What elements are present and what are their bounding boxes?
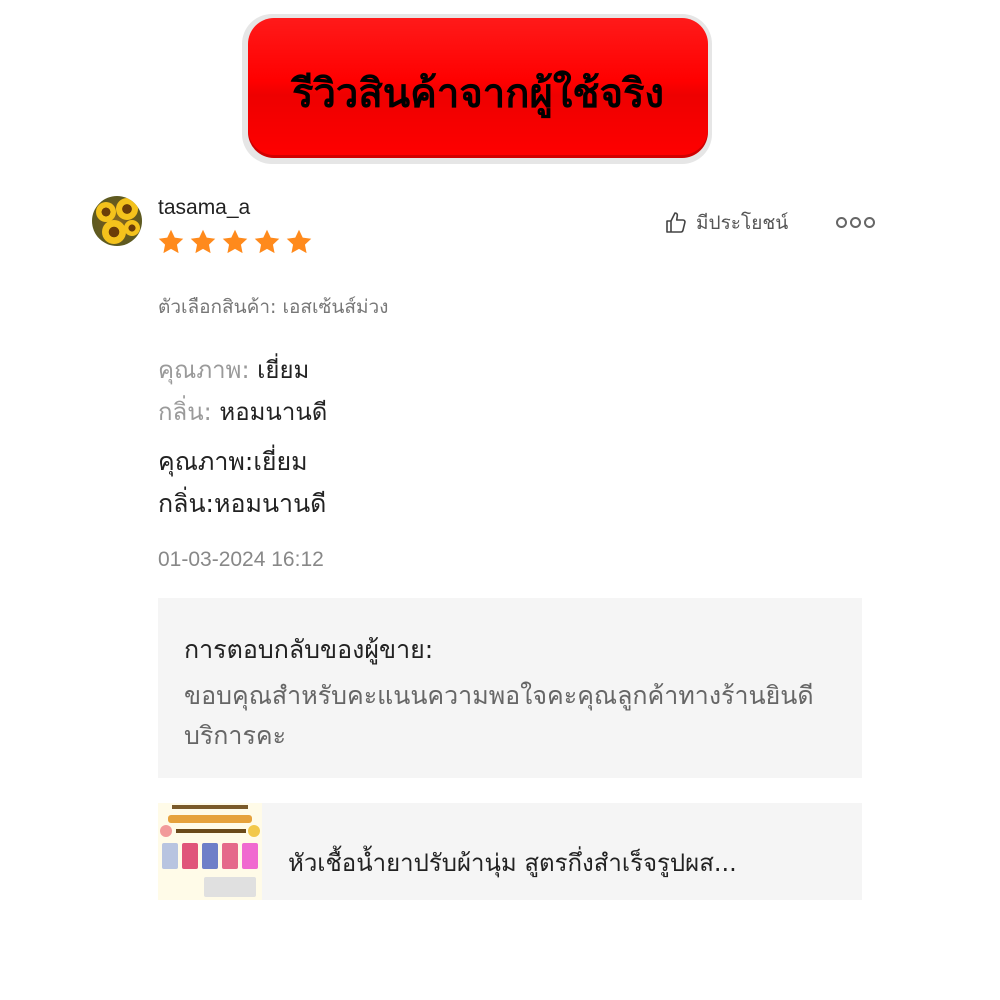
attribute-value: หอมนานดี — [219, 398, 328, 426]
reviewer-username[interactable]: tasama_a — [158, 196, 250, 220]
more-options-icon[interactable] — [836, 210, 875, 234]
helpful-button[interactable]: มีประโยชน์ — [664, 208, 788, 238]
seller-reply-body: ขอบคุณสำหรับคะแนนความพอใจคะคุณลูกค้าทางร… — [184, 681, 814, 750]
product-link[interactable]: หัวเชื้อน้ำยาปรับผ้านุ่ม สูตรกึ่งสำเร็จร… — [158, 803, 862, 900]
review-page: รีวิวสินค้าจากผู้ใช้จริง tasama_a มีประโ… — [0, 0, 1000, 1000]
attribute-label: คุณภาพ: — [158, 356, 250, 384]
star-icon — [254, 229, 280, 254]
seller-reply: การตอบกลับของผู้ขาย: ขอบคุณสำหรับคะแนนคว… — [158, 598, 862, 778]
product-title: หัวเชื้อน้ำยาปรับผ้านุ่ม สูตรกึ่งสำเร็จร… — [288, 849, 737, 877]
product-thumbnail — [158, 803, 262, 900]
product-variation: ตัวเลือกสินค้า: เอสเซ้นส์ม่วง — [158, 296, 389, 318]
banner-title: รีวิวสินค้าจากผู้ใช้จริง — [291, 71, 665, 117]
thumbs-up-icon — [666, 212, 686, 233]
star-icon — [158, 229, 184, 254]
star-rating — [157, 228, 313, 256]
star-icon — [286, 229, 312, 254]
review-body-line: กลิ่น:หอมนานดี — [158, 489, 327, 518]
seller-reply-title: การตอบกลับของผู้ขาย: — [184, 635, 434, 664]
attribute-label: กลิ่น: — [158, 398, 212, 426]
star-icon — [190, 229, 216, 254]
attribute-quality: คุณภาพ: เยี่ยม — [158, 350, 309, 389]
review-body-line: คุณภาพ:เยี่ยม — [158, 447, 308, 476]
attribute-value: เยี่ยม — [257, 356, 310, 384]
avatar[interactable] — [92, 196, 142, 246]
attribute-scent: กลิ่น: หอมนานดี — [158, 392, 327, 431]
helpful-label: มีประโยชน์ — [696, 212, 789, 234]
review-timestamp: 01-03-2024 16:12 — [158, 548, 324, 571]
star-icon — [222, 229, 248, 254]
review-banner: รีวิวสินค้าจากผู้ใช้จริง — [248, 18, 708, 158]
